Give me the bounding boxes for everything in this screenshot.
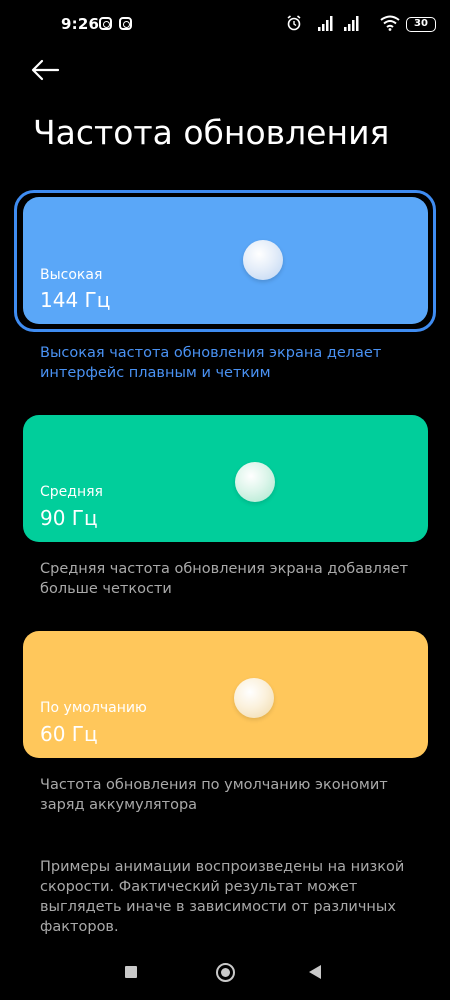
- status-time: 9:26: [61, 15, 100, 33]
- screen: 9:26 30 Частота обновления Высокая 144 Г…: [0, 0, 450, 1000]
- option-value: 144 Гц: [40, 288, 111, 312]
- recents-square-icon[interactable]: [125, 966, 137, 978]
- option-label: Высокая: [40, 267, 103, 283]
- option-description-medium: Средняя частота обновления экрана добавл…: [40, 561, 409, 597]
- animation-ball: [234, 678, 274, 718]
- status-bar: 9:26 30: [0, 0, 450, 48]
- instagram-icon: [99, 17, 112, 30]
- option-card-default[interactable]: По умолчанию 60 Гц: [23, 631, 428, 758]
- footnote: Примеры анимации воспроизведены на низко…: [40, 859, 405, 935]
- signal-icon: [318, 16, 333, 31]
- option-description-high: Высокая частота обновления экрана делает…: [40, 345, 382, 381]
- instagram-icon: [119, 17, 132, 30]
- alarm-icon: [287, 15, 301, 31]
- option-value: 60 Гц: [40, 722, 98, 746]
- signal-icon: [344, 16, 359, 31]
- wifi-icon: [380, 15, 400, 31]
- back-button[interactable]: [30, 58, 66, 84]
- option-card-high[interactable]: Высокая 144 Гц: [23, 197, 428, 324]
- option-value: 90 Гц: [40, 506, 98, 530]
- animation-ball: [235, 462, 275, 502]
- option-description-default: Частота обновления по умолчанию экономит…: [40, 777, 388, 813]
- back-triangle-icon[interactable]: [309, 965, 321, 979]
- option-label: По умолчанию: [40, 700, 147, 716]
- animation-ball: [243, 240, 283, 280]
- option-card-medium[interactable]: Средняя 90 Гц: [23, 415, 428, 542]
- battery-icon: 30: [406, 17, 436, 32]
- option-label: Средняя: [40, 484, 103, 500]
- home-circle-icon[interactable]: [216, 963, 235, 982]
- back-arrow-icon: [31, 59, 60, 81]
- page-title: Частота обновления: [33, 113, 390, 152]
